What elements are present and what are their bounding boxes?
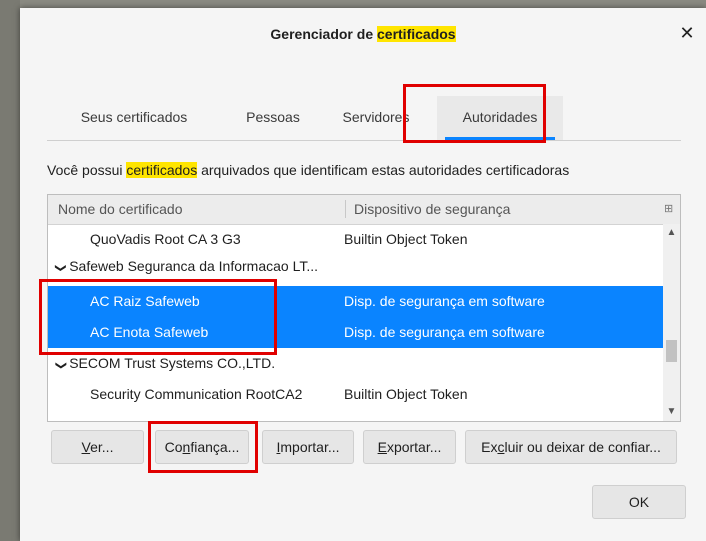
certificate-manager-dialog: Gerenciador de certificados ✕ Seus certi… <box>20 8 706 541</box>
cert-device: Disp. de segurança em software <box>344 324 545 340</box>
column-picker-icon[interactable]: ⊞ <box>664 202 676 216</box>
tab-label: Servidores <box>342 109 410 125</box>
description-after: arquivados que identificam estas autorid… <box>197 162 570 178</box>
tab-label: Autoridades <box>462 109 538 125</box>
description-text: Você possui certificados arquivados que … <box>47 162 569 178</box>
tab-label: Pessoas <box>246 109 300 125</box>
accel-key: V <box>81 439 91 455</box>
column-header-device[interactable]: Dispositivo de segurança <box>354 201 510 217</box>
cert-device: Builtin Object Token <box>344 231 468 247</box>
table-row[interactable]: AC Raiz Safeweb Disp. de segurança em so… <box>48 286 663 317</box>
cert-name: Security Communication RootCA2 <box>90 386 303 402</box>
button-label: mportar... <box>280 439 340 455</box>
column-header-name[interactable]: Nome do certificado <box>58 201 183 217</box>
ok-button[interactable]: OK <box>592 485 686 519</box>
button-label: luir ou deixar de confiar... <box>504 439 661 455</box>
cert-name: AC Raiz Safeweb <box>90 293 200 309</box>
dialog-title-prefix: Gerenciador de <box>270 26 377 42</box>
cert-name: AC Enota Safeweb <box>90 324 209 340</box>
delete-distrust-button[interactable]: Excluir ou deixar de confiar... <box>465 430 677 464</box>
dialog-title: Gerenciador de certificados <box>20 26 706 42</box>
cert-name: QuoVadis Root CA 3 G3 <box>90 231 241 247</box>
dialog-title-highlight: certificados <box>377 26 456 42</box>
scroll-up-icon[interactable]: ▲ <box>663 224 680 242</box>
group-cell: ❯ SECOM Trust Systems CO.,LTD. <box>55 348 276 381</box>
certificate-tree[interactable]: Nome do certificado Dispositivo de segur… <box>47 194 681 422</box>
tab-label: Seus certificados <box>80 109 188 125</box>
group-name: Safeweb Seguranca da Informacao LT... <box>69 258 318 274</box>
export-button[interactable]: Exportar... <box>363 430 456 464</box>
button-label: fiança... <box>190 439 240 455</box>
dialog-titlebar: Gerenciador de certificados ✕ <box>20 8 706 62</box>
tree-rows: QuoVadis Root CA 3 G3 Builtin Object Tok… <box>48 224 663 410</box>
tab-your-certificates[interactable]: Seus certificados <box>59 96 209 140</box>
table-row[interactable]: AC Enota Safeweb Disp. de segurança em s… <box>48 317 663 348</box>
background-window <box>0 0 706 8</box>
ok-label: OK <box>628 494 650 510</box>
tab-people[interactable]: Pessoas <box>225 96 321 140</box>
trust-button[interactable]: Confiança... <box>155 430 249 464</box>
vertical-scrollbar[interactable]: ▲ ▼ <box>663 224 680 421</box>
background-window-edge <box>0 0 20 541</box>
scrollbar-thumb[interactable] <box>666 340 677 362</box>
cert-device: Disp. de segurança em software <box>344 293 545 309</box>
tree-group-row[interactable]: ❯ SECOM Trust Systems CO.,LTD. <box>48 348 663 379</box>
button-label-pre: Co <box>164 439 183 455</box>
tab-bar: Seus certificados Pessoas Servidores Aut… <box>47 96 681 141</box>
button-label: xportar... <box>386 439 442 455</box>
close-icon[interactable]: ✕ <box>676 22 698 44</box>
import-button[interactable]: Importar... <box>262 430 354 464</box>
scroll-down-icon[interactable]: ▼ <box>663 403 680 421</box>
chevron-down-icon[interactable]: ❯ <box>48 361 76 370</box>
chevron-down-icon[interactable]: ❯ <box>50 263 72 272</box>
cert-device: Builtin Object Token <box>344 386 468 402</box>
button-label-pre: Ex <box>481 439 498 455</box>
table-row[interactable]: Security Communication RootCA2 Builtin O… <box>48 379 663 410</box>
tree-header: Nome do certificado Dispositivo de segur… <box>48 195 680 225</box>
tab-servers[interactable]: Servidores <box>325 96 427 140</box>
column-separator[interactable] <box>345 200 346 218</box>
description-highlight: certificados <box>126 162 198 178</box>
tree-group-row[interactable]: ❯ Safeweb Seguranca da Informacao LT... <box>48 255 663 277</box>
description-before: Você possui <box>47 162 127 178</box>
table-row[interactable]: QuoVadis Root CA 3 G3 Builtin Object Tok… <box>48 224 663 255</box>
tab-authorities[interactable]: Autoridades <box>437 96 563 140</box>
button-label: er... <box>90 439 114 455</box>
view-button[interactable]: Ver... <box>51 430 144 464</box>
group-cell: ❯ Safeweb Seguranca da Informacao LT... <box>55 255 318 277</box>
group-name: SECOM Trust Systems CO.,LTD. <box>69 355 276 371</box>
row-spacer <box>48 277 663 286</box>
accel-key: E <box>377 439 387 455</box>
active-tab-indicator <box>445 137 555 140</box>
